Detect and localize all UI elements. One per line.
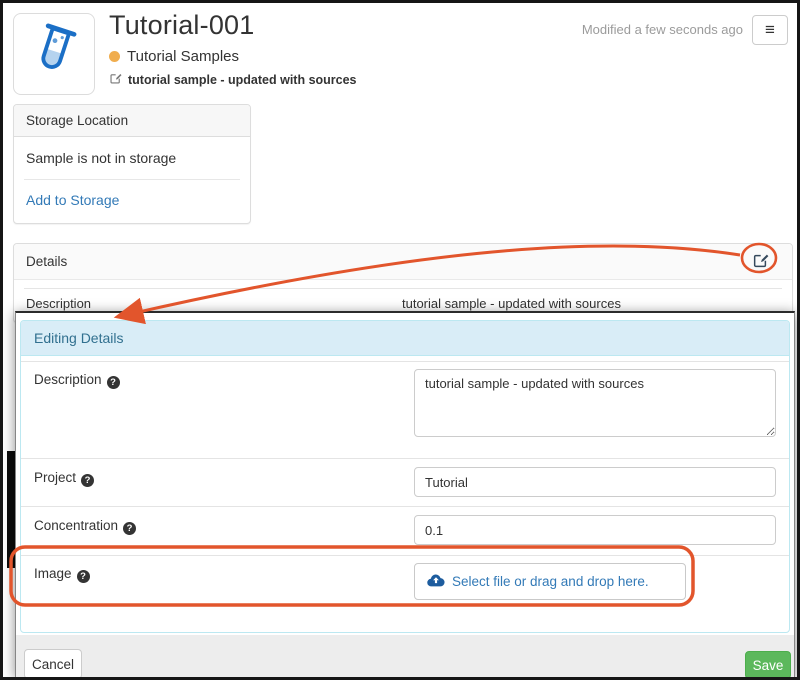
storage-panel: Storage Location Sample is not in storag… (13, 104, 251, 224)
field-label-concentration: Concentration? (34, 515, 414, 535)
sample-icon-card (13, 13, 95, 95)
save-button[interactable]: Save (745, 651, 791, 679)
modified-timestamp: Modified a few seconds ago (582, 22, 743, 37)
field-label-text: Description (34, 372, 102, 387)
field-label-text: Image (34, 566, 72, 581)
question-circle-icon[interactable]: ? (107, 376, 120, 389)
project-input[interactable] (414, 467, 776, 497)
sample-type-badge: Tutorial Samples (109, 48, 239, 65)
test-tube-icon (19, 17, 89, 92)
sample-type-label: Tutorial Samples (127, 48, 239, 65)
dialog-title: Editing Details (21, 321, 789, 356)
editing-details-panel: Editing Details Description? tutorial sa… (20, 320, 790, 633)
question-circle-icon[interactable]: ? (77, 570, 90, 583)
field-label-image: Image? (34, 563, 414, 583)
details-panel-heading: Details (14, 244, 792, 280)
field-row-description: Description? tutorial sample - updated w… (21, 361, 789, 458)
menu-button[interactable]: ≡ (752, 15, 788, 45)
field-row-image: Image? Select file or drag and drop here… (21, 555, 789, 612)
pencil-square-icon (752, 257, 769, 272)
concentration-input[interactable] (414, 515, 776, 545)
cloud-upload-icon (427, 574, 445, 590)
cancel-button[interactable]: Cancel (24, 649, 82, 679)
image-dropzone[interactable]: Select file or drag and drop here. (414, 563, 686, 600)
menu-icon: ≡ (765, 20, 775, 40)
dialog-footer: Cancel Save (16, 635, 794, 677)
field-label-description: Description? (34, 369, 414, 389)
add-to-storage-link[interactable]: Add to Storage (14, 180, 131, 220)
details-panel-title: Details (26, 254, 67, 269)
storage-panel-title: Storage Location (14, 105, 250, 137)
pencil-square-icon (109, 72, 122, 88)
dialog-body: Description? tutorial sample - updated w… (21, 356, 789, 612)
sample-description-row: tutorial sample - updated with sources (109, 72, 357, 88)
question-circle-icon[interactable]: ? (123, 522, 136, 535)
edit-details-dialog: Editing Details Description? tutorial sa… (15, 311, 795, 677)
page-title: Tutorial-001 (109, 10, 254, 41)
dropzone-label: Select file or drag and drop here. (452, 574, 649, 589)
app-window: Tutorial-001 Tutorial Samples tutorial s… (0, 0, 800, 680)
field-label-text: Concentration (34, 518, 118, 533)
details-row-label: Description (26, 296, 402, 311)
sample-type-dot (109, 51, 120, 62)
field-label-text: Project (34, 470, 76, 485)
edit-details-button[interactable] (750, 252, 770, 272)
field-row-concentration: Concentration? (21, 506, 789, 555)
description-textarea[interactable]: tutorial sample - updated with sources (414, 369, 776, 437)
field-row-project: Project? (21, 458, 789, 506)
sample-description-text: tutorial sample - updated with sources (128, 73, 357, 87)
question-circle-icon[interactable]: ? (81, 474, 94, 487)
field-label-project: Project? (34, 467, 414, 487)
details-row-value: tutorial sample - updated with sources (402, 296, 780, 311)
storage-status-text: Sample is not in storage (14, 137, 250, 166)
